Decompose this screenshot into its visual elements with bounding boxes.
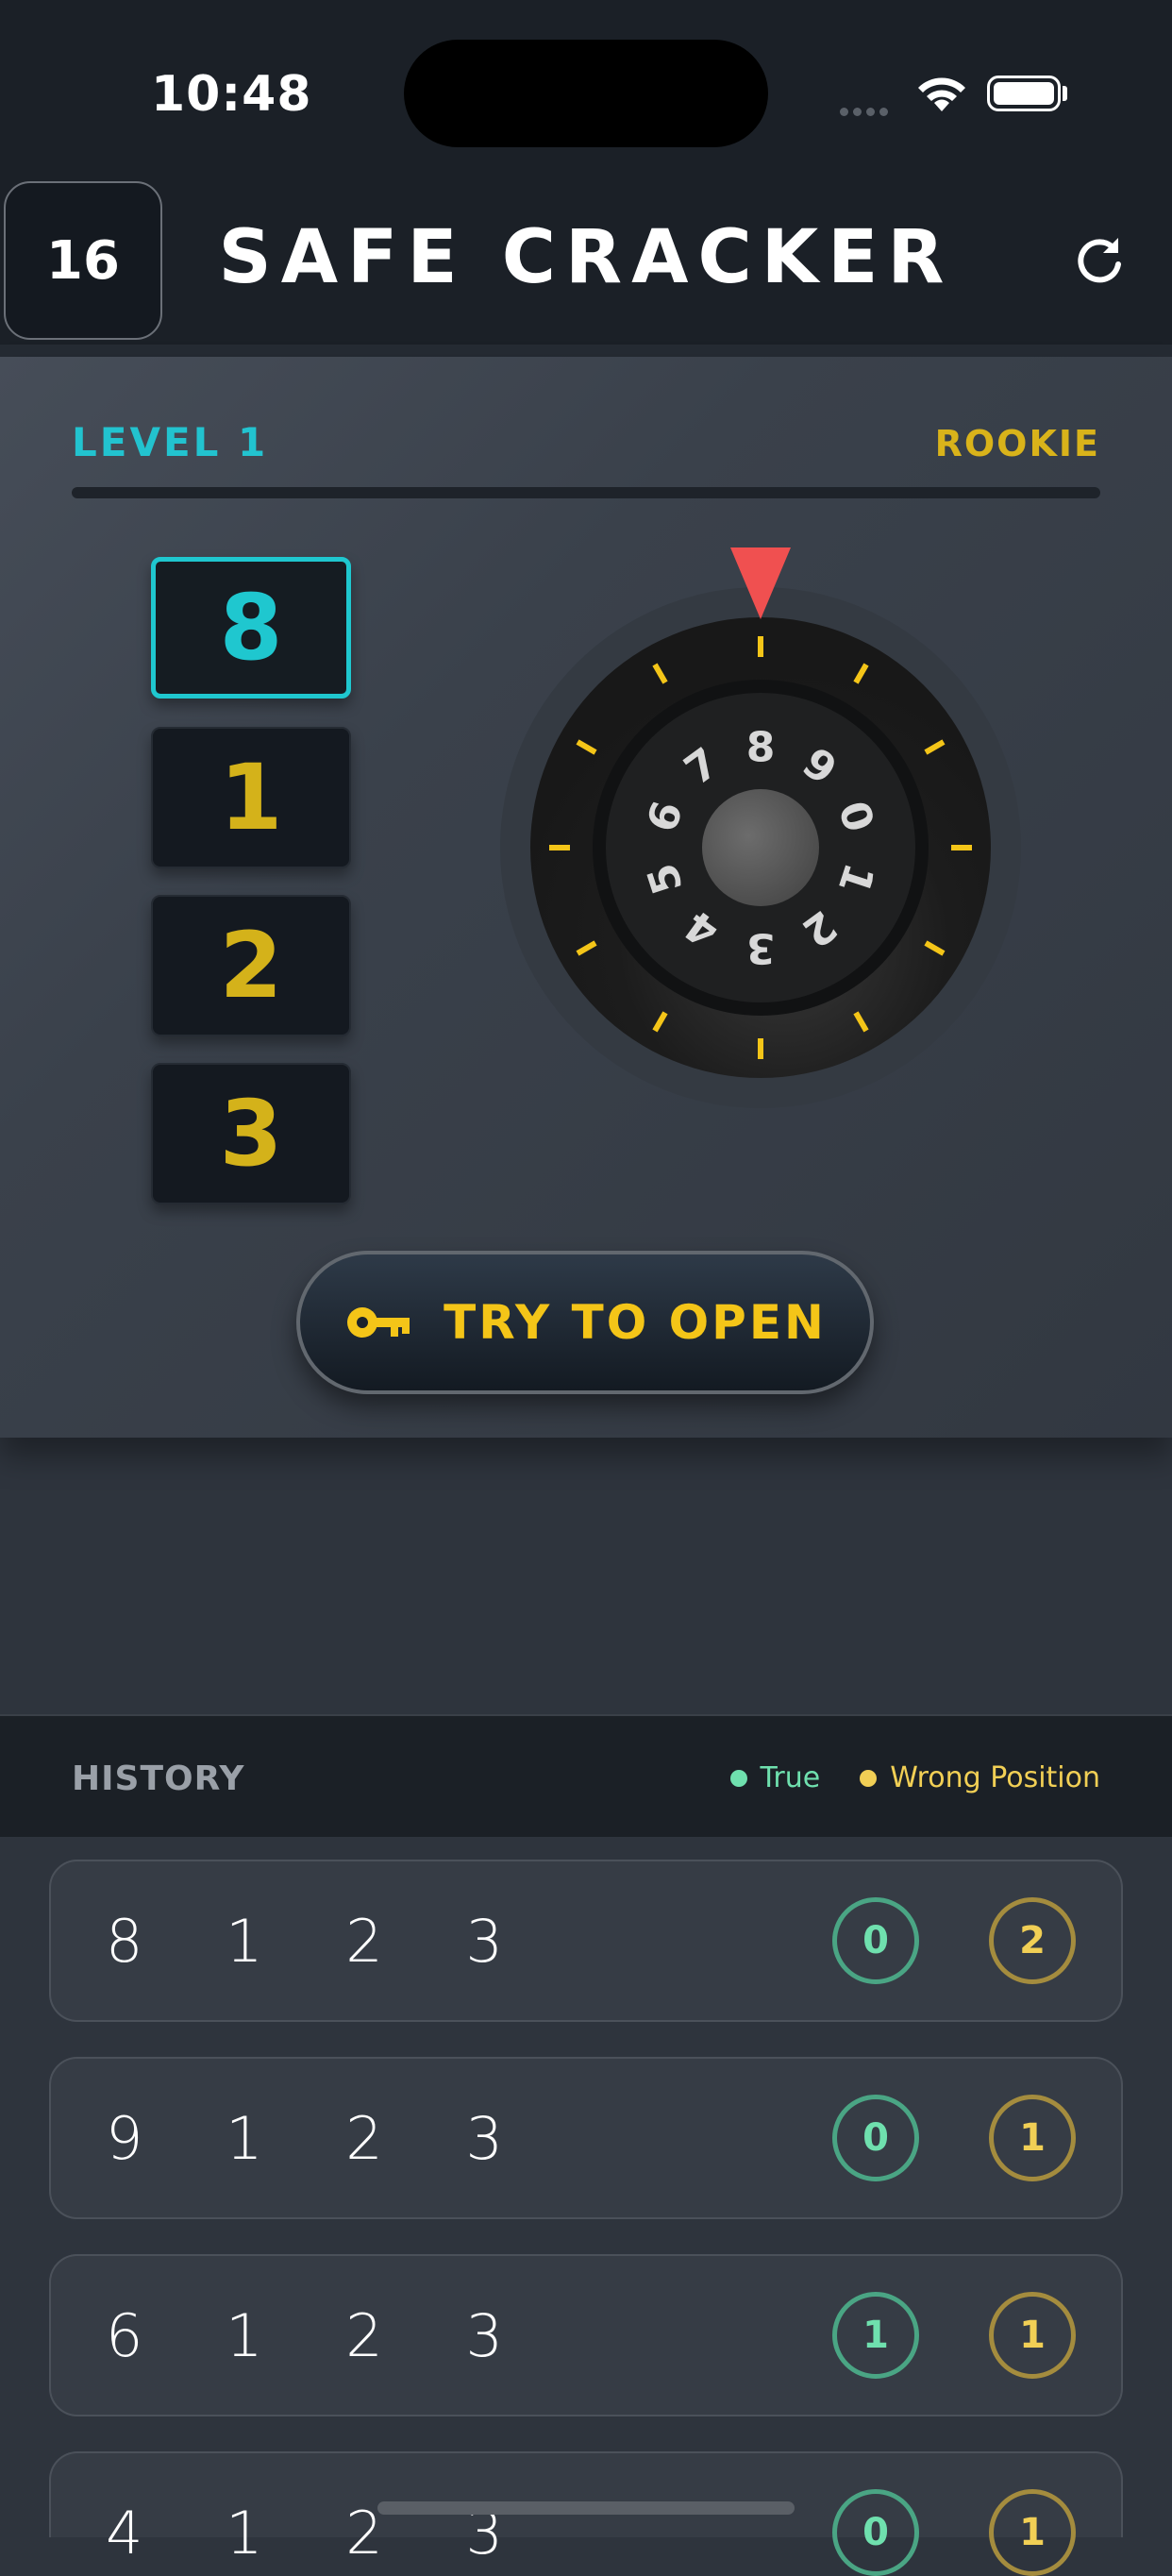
wrong-dot-icon <box>860 1769 878 1787</box>
battery-icon <box>987 76 1061 111</box>
history-legend: True Wrong Position <box>691 1761 1100 1794</box>
true-count-badge: 0 <box>832 2095 919 2181</box>
open-button-label: TRY TO OPEN <box>444 1295 827 1350</box>
progress-track <box>72 487 1100 498</box>
digit-slot-4[interactable]: 3 <box>151 1063 351 1204</box>
guess-digits: 8 1 2 3 <box>106 1907 535 1976</box>
dial-number: 8 <box>746 724 776 772</box>
refresh-icon[interactable] <box>1071 232 1128 289</box>
dynamic-island <box>404 40 768 147</box>
try-to-open-button[interactable]: TRY TO OPEN <box>296 1251 874 1394</box>
true-count-badge: 1 <box>832 2292 919 2379</box>
key-icon <box>347 1307 410 1338</box>
guess-digits: 9 1 2 3 <box>106 2104 535 2173</box>
dial-number: 3 <box>746 924 776 972</box>
history-title: HISTORY <box>72 1759 245 1798</box>
history-row: 9 1 2 3 0 1 <box>49 2057 1123 2219</box>
wrong-position-badge: 1 <box>989 2095 1076 2181</box>
digit-slot-1[interactable]: 8 <box>151 557 351 699</box>
wrong-position-badge: 1 <box>989 2292 1076 2379</box>
guess-digits: 6 1 2 3 <box>106 2301 535 2370</box>
wrong-position-badge: 1 <box>989 2489 1076 2576</box>
legend-wrong: Wrong Position <box>890 1761 1100 1794</box>
digit-slot-2[interactable]: 1 <box>151 727 351 868</box>
true-dot-icon <box>729 1769 747 1787</box>
history-row: 8 1 2 3 0 2 <box>49 1860 1123 2022</box>
digit-slot-3[interactable]: 2 <box>151 895 351 1036</box>
true-count-badge: 0 <box>832 1897 919 1984</box>
home-indicator[interactable] <box>377 2501 795 2515</box>
rank-label: ROOKIE <box>934 423 1100 464</box>
history-row: 4 1 2 3 0 1 <box>49 2451 1123 2576</box>
wrong-position-badge: 2 <box>989 1897 1076 1984</box>
history-row: 6 1 2 3 1 1 <box>49 2254 1123 2416</box>
status-time: 10:48 <box>151 66 312 123</box>
level-label: LEVEL 1 <box>72 419 269 465</box>
signal-icon <box>840 102 893 120</box>
combination-dial[interactable]: 8 901234567 <box>498 547 1023 1110</box>
app-title: SAFE CRACKER <box>218 215 954 300</box>
legend-true: True <box>760 1761 821 1794</box>
wifi-icon <box>918 77 965 111</box>
true-count-badge: 0 <box>832 2489 919 2576</box>
